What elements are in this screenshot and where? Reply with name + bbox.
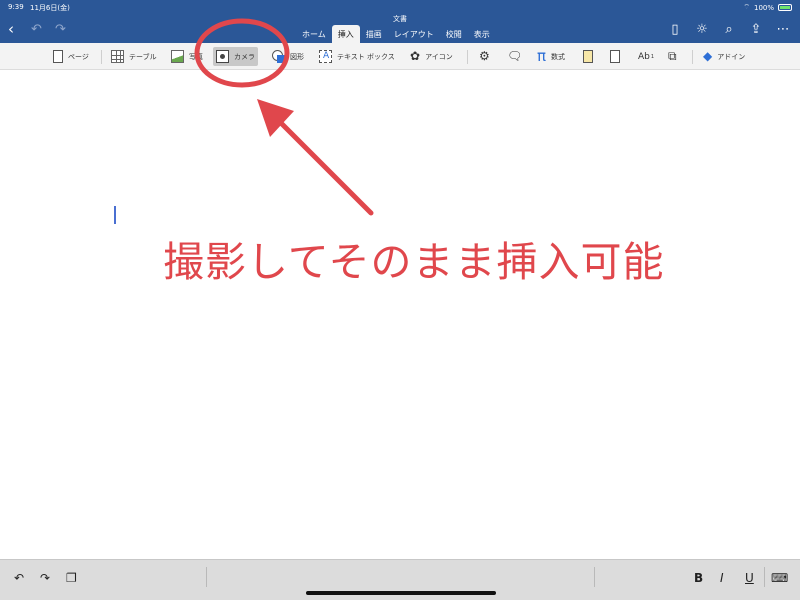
ribbon-tabs: ホーム 挿入 描画 レイアウト 校閲 表示 [296, 25, 496, 43]
lightbulb-icon[interactable]: ☼ [695, 22, 709, 37]
page-number-button[interactable] [607, 47, 623, 66]
addin-label: アドイン [717, 52, 746, 61]
tab-view[interactable]: 表示 [468, 25, 496, 43]
smartart-button[interactable]: ⚙ [476, 47, 493, 66]
text-cursor [114, 206, 116, 224]
ribbon-divider [692, 50, 693, 64]
smartart-icon: ⚙ [479, 49, 490, 63]
ribbon-divider [467, 50, 468, 64]
icons-icon: ✿ [410, 49, 421, 63]
home-indicator [306, 591, 496, 595]
wordart-superscript: 1 [650, 53, 655, 60]
table-button[interactable]: テーブル [108, 47, 160, 66]
icons-button[interactable]: ✿ アイコン [407, 47, 456, 66]
share-icon[interactable]: ⇪ [749, 22, 763, 37]
back-chevron-icon[interactable]: ‹ [8, 20, 14, 38]
equation-button[interactable]: π 数式 [534, 47, 568, 66]
equation-label: 数式 [551, 52, 566, 61]
search-icon[interactable]: ⌕ [722, 22, 736, 37]
document-canvas[interactable] [0, 71, 800, 559]
redo-icon[interactable]: ↷ [40, 571, 50, 585]
insert-ribbon: ページ テーブル 写真 カメラ 図形 テキスト ボックス ✿ アイコン ⚙ 🗨 … [0, 43, 800, 70]
status-bar: 9:39 11月6日(金) ⌔ 100% [0, 0, 800, 14]
comment-button[interactable]: 🗨 [504, 47, 525, 66]
page-label: ページ [68, 52, 89, 61]
battery-percent: 100% [753, 3, 774, 12]
link-button[interactable]: ⧉ [665, 47, 680, 66]
bold-button[interactable]: B [694, 571, 703, 585]
page-button[interactable]: ページ [50, 47, 92, 66]
page-number-icon [610, 50, 620, 63]
wifi-icon: ⌔ [743, 3, 750, 11]
toolbar-divider [764, 567, 765, 587]
shape-label: 図形 [290, 52, 304, 61]
tab-home[interactable]: ホーム [296, 25, 332, 43]
status-time: 9:39 [8, 3, 24, 11]
header-icon [583, 50, 593, 63]
more-icon[interactable]: ⋯ [776, 22, 790, 37]
title-bar: 9:39 11月6日(金) ⌔ 100% 文書 ‹ ↶ ↷ ホーム 挿入 描画 … [0, 0, 800, 43]
copy-link-icon: ⧉ [668, 49, 677, 63]
underline-button[interactable]: U [745, 571, 754, 585]
toolbar-divider [206, 567, 207, 587]
camera-label: カメラ [234, 52, 255, 61]
textbox-label: テキスト ボックス [337, 52, 395, 61]
tab-layout[interactable]: レイアウト [388, 25, 440, 43]
camera-icon [216, 50, 229, 63]
shape-icon [272, 50, 285, 63]
clipboard-icon[interactable]: ❐ [66, 571, 77, 585]
battery-icon [778, 4, 792, 11]
table-icon [111, 50, 124, 63]
textbox-button[interactable]: テキスト ボックス [316, 47, 398, 66]
wordart-button[interactable]: Ab 1 [635, 47, 657, 66]
bottom-toolbar: ↶ ↷ ❐ B I U ⌨ [0, 559, 800, 600]
table-label: テーブル [129, 52, 157, 61]
status-date: 11月6日(金) [30, 4, 70, 12]
status-right: ⌔ 100% [743, 3, 792, 12]
shape-button[interactable]: 図形 [269, 47, 307, 66]
top-right-actions: ▯ ☼ ⌕ ⇪ ⋯ [668, 22, 790, 37]
icons-label: アイコン [425, 52, 453, 61]
tab-insert[interactable]: 挿入 [331, 25, 360, 43]
photo-label: 写真 [189, 52, 203, 61]
undo-icon[interactable]: ↶ [31, 22, 42, 37]
ribbon-divider [101, 50, 102, 64]
wordart-label: Ab [638, 51, 650, 62]
tab-draw[interactable]: 描画 [360, 25, 388, 43]
italic-button[interactable]: I [720, 571, 724, 585]
pi-icon: π [537, 47, 547, 65]
toolbar-divider [594, 567, 595, 587]
photo-button[interactable]: 写真 [168, 47, 206, 66]
keyboard-icon[interactable]: ⌨ [771, 571, 788, 585]
camera-button[interactable]: カメラ [213, 47, 258, 66]
annotation-text: 撮影してそのまま挿入可能 [163, 238, 665, 286]
header-button[interactable] [580, 47, 596, 66]
comment-icon: 🗨 [507, 49, 523, 63]
page-icon [53, 50, 63, 63]
tab-review[interactable]: 校閲 [440, 25, 468, 43]
undo-icon[interactable]: ↶ [14, 571, 24, 585]
photo-icon [171, 50, 184, 63]
addin-icon: ◆ [703, 49, 713, 63]
textbox-icon [319, 50, 332, 63]
addin-button[interactable]: ◆ アドイン [700, 47, 748, 66]
phone-layout-icon[interactable]: ▯ [668, 22, 682, 37]
redo-icon[interactable]: ↷ [55, 22, 66, 37]
